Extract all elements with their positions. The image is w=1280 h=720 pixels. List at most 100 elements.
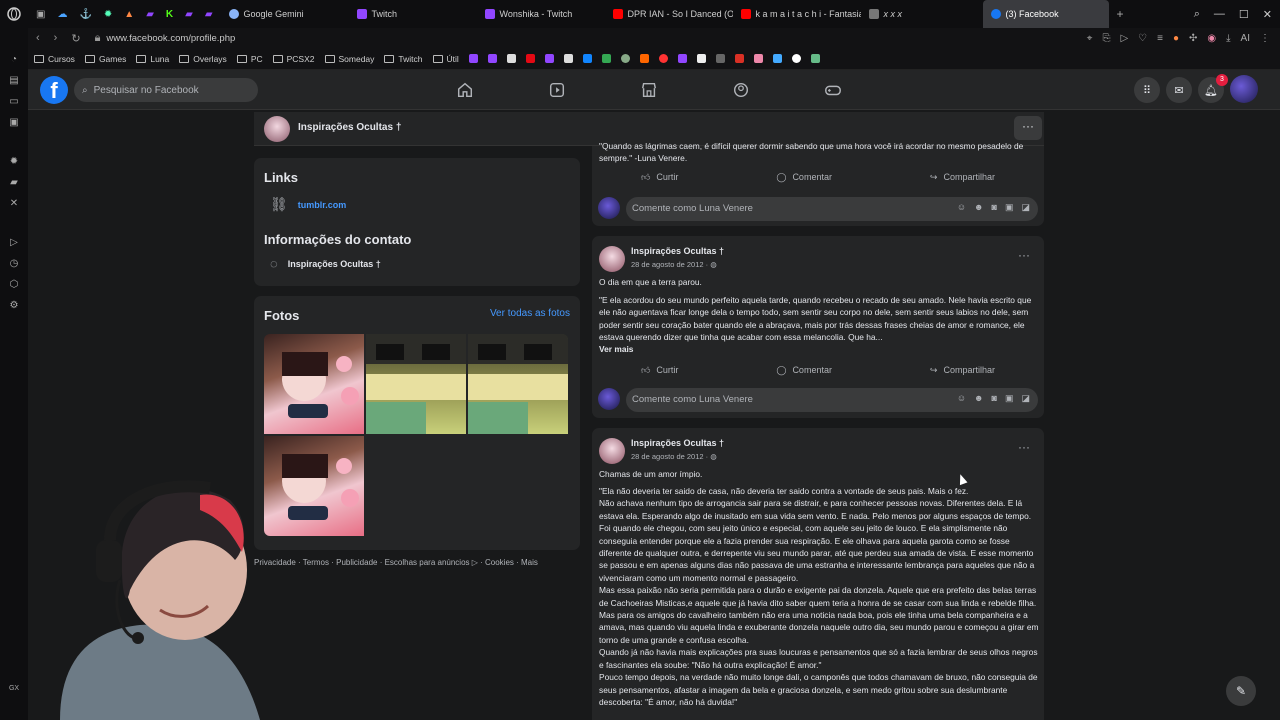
avatar-sticker-icon[interactable]: ☺ — [957, 202, 966, 213]
twitch-bookmark-icon[interactable] — [487, 54, 497, 63]
page-bookmark-icon[interactable] — [772, 54, 782, 63]
bookmark-folder[interactable]: PC — [236, 54, 263, 64]
gamepad-icon[interactable]: ▣ — [36, 9, 45, 20]
menu-grid-button[interactable]: ⠿ — [1134, 77, 1160, 103]
pin-icon[interactable]: ⌖ — [1087, 33, 1093, 44]
netflix-bookmark-icon[interactable] — [525, 54, 535, 63]
settings-icon[interactable]: ✹ — [10, 156, 18, 167]
player-icon[interactable]: ▷ — [10, 237, 18, 248]
bookmark-folder[interactable]: Twitch — [384, 54, 423, 64]
dot-bookmark-icon[interactable] — [791, 54, 801, 63]
twitch-bookmark-icon[interactable] — [468, 54, 478, 63]
tab-youtube-kamaitachi[interactable]: k a m a i t a c h i - Fantasia — [733, 0, 861, 28]
profile-name[interactable]: Inspirações Ocultas † — [298, 122, 401, 133]
photo-thumbnail[interactable] — [366, 334, 466, 434]
minimize-icon[interactable]: — — [1214, 8, 1225, 20]
pinned-icon[interactable]: ▲ — [124, 9, 134, 20]
home-icon[interactable] — [456, 81, 474, 99]
snapshot-icon[interactable]: ⎘ — [1102, 33, 1110, 44]
post-menu-button[interactable]: ··· — [1018, 248, 1030, 262]
drive-bookmark-icon[interactable] — [601, 54, 611, 63]
account-avatar[interactable] — [1230, 75, 1258, 103]
comment-button[interactable]: ◯ Comentar — [776, 359, 832, 381]
back-icon[interactable]: ‹ — [36, 32, 40, 45]
bookmark-folder[interactable]: Útil — [432, 54, 459, 64]
history-icon[interactable]: ◷ — [10, 258, 19, 269]
player-icon[interactable]: ▷ — [1120, 33, 1128, 44]
bluesky-bookmark-icon[interactable] — [582, 54, 592, 63]
twitch-icon[interactable]: ▰ — [185, 9, 193, 20]
x-bookmark-icon[interactable] — [696, 54, 706, 63]
post-author[interactable]: Inspirações Ocultas † — [631, 438, 724, 448]
cloud-icon[interactable]: ☁ — [57, 9, 67, 20]
share-button[interactable]: ↪ Compartilhar — [930, 359, 995, 381]
page-footer[interactable]: Privacidade · Termos · Publicidade · Esc… — [254, 558, 538, 567]
contact-row[interactable]: ◌ Inspirações Ocultas † — [270, 256, 381, 271]
gear-icon[interactable]: ⚙ — [10, 300, 19, 311]
tab-wonshika[interactable]: Wonshika - Twitch — [477, 0, 605, 28]
twitch-bookmark-icon[interactable] — [677, 54, 687, 63]
bookmark-folder[interactable]: Overlays — [179, 54, 227, 64]
avatar-sticker-icon[interactable]: ☺ — [957, 393, 966, 404]
tab-facebook[interactable]: (3) Facebook — [982, 0, 1109, 28]
ai-button[interactable]: AI — [1241, 33, 1250, 44]
share-button[interactable]: ↪ Compartilhar — [930, 166, 995, 188]
like-button[interactable]: 👍︎ Curtir — [641, 166, 678, 188]
video-icon[interactable] — [548, 81, 566, 99]
url-field[interactable]: www.facebook.com/profile.php — [106, 33, 235, 44]
opera-menu-icon[interactable] — [0, 7, 28, 21]
tab-xxx[interactable]: x x x — [861, 0, 983, 28]
groups-icon[interactable] — [732, 81, 750, 99]
orange-bookmark-icon[interactable] — [639, 54, 649, 63]
puzzle-icon[interactable]: ✣ — [1189, 33, 1197, 44]
tab-twitch[interactable]: Twitch — [349, 0, 477, 28]
anchor-icon[interactable]: ⚓ — [79, 9, 91, 20]
bookmark-folder[interactable]: PCSX2 — [272, 54, 315, 64]
x-icon[interactable]: ✕ — [10, 198, 18, 209]
menu-icon[interactable]: ≡ — [1157, 33, 1163, 44]
page-bookmark-icon[interactable] — [810, 54, 820, 63]
link-row[interactable]: ⛓ tumblr.com — [270, 196, 346, 213]
page-bookmark-icon[interactable] — [506, 54, 516, 63]
maximize-icon[interactable]: ☐ — [1239, 8, 1249, 21]
emoji-icon[interactable]: ☻ — [974, 393, 983, 404]
photo-thumbnail[interactable] — [468, 334, 568, 434]
see-all-photos-link[interactable]: Ver todas as fotos — [490, 308, 570, 319]
post-date[interactable]: 28 de agosto de 2012 · ◍ — [631, 452, 717, 461]
gmail-bookmark-icon[interactable] — [734, 54, 744, 63]
gif-icon[interactable]: ▣ — [1005, 393, 1014, 404]
new-tab-button[interactable]: + — [1109, 7, 1124, 21]
gamepad-icon[interactable]: ▣ — [9, 117, 18, 128]
photo-thumbnail[interactable] — [264, 334, 364, 434]
marketplace-icon[interactable] — [640, 81, 658, 99]
camera-icon[interactable]: ◙ — [992, 393, 997, 404]
reload-icon[interactable]: ↻ — [71, 32, 80, 45]
post-author[interactable]: Inspirações Ocultas † — [631, 246, 724, 256]
page-bookmark-icon[interactable] — [563, 54, 573, 63]
workspace-icon[interactable]: ▤ — [9, 75, 18, 86]
sticker-icon[interactable]: ◪ — [1021, 393, 1030, 404]
more-icon[interactable]: ⋮ — [1260, 33, 1270, 44]
twitch-icon[interactable]: ▰ — [146, 9, 154, 20]
page-bookmark-icon[interactable] — [753, 54, 763, 63]
emoji-icon[interactable]: ☻ — [974, 202, 983, 213]
twitch-icon[interactable]: ▰ — [205, 9, 213, 20]
bookmark-folder[interactable]: Cursos — [34, 54, 75, 64]
bookmark-folder[interactable]: Someday — [324, 54, 374, 64]
sticker-icon[interactable]: ◪ — [1021, 202, 1030, 213]
mail-icon[interactable]: ▭ — [9, 96, 18, 107]
speed-dial-icon[interactable]: ◔ — [11, 54, 17, 65]
like-button[interactable]: 👍︎ Curtir — [641, 359, 678, 381]
twitch-icon[interactable]: ▰ — [10, 177, 18, 188]
search-icon[interactable]: ⌕ — [1194, 8, 1200, 21]
post-date[interactable]: 28 de agosto de 2012 · ◍ — [631, 260, 717, 269]
gaming-icon[interactable] — [824, 81, 842, 99]
see-more-link[interactable]: Ver mais — [599, 343, 1039, 355]
gear-icon[interactable]: ✹ — [104, 9, 112, 20]
extension-icon[interactable]: ● — [1173, 33, 1179, 44]
download-icon[interactable]: ⤓ — [1226, 33, 1230, 44]
avatar[interactable] — [599, 438, 625, 464]
heart-icon[interactable]: ♡ — [1138, 33, 1147, 44]
new-message-button[interactable]: ✎ — [1226, 676, 1256, 706]
twitch-bookmark-icon[interactable] — [544, 54, 554, 63]
